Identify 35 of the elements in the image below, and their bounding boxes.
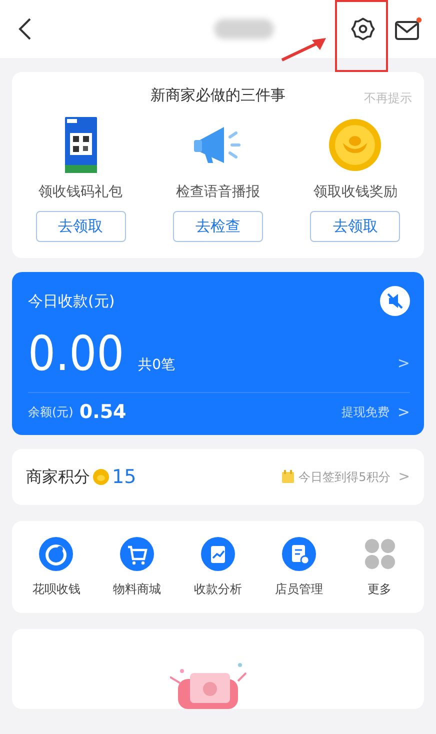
points-value: 15 — [112, 466, 136, 488]
muted-speaker-icon[interactable] — [380, 286, 410, 316]
staff-card-icon — [282, 536, 316, 570]
calendar-icon — [280, 470, 295, 484]
chevron[interactable]: > — [398, 469, 410, 485]
task-label: 领收钱码礼包 — [38, 183, 123, 201]
blurred-title — [214, 19, 274, 39]
pointer-arrow — [280, 36, 328, 62]
points-label: 商家积分 — [26, 466, 90, 488]
card-title: 新商家必做的三件事 — [150, 86, 286, 104]
settings-icon[interactable] — [350, 16, 376, 42]
task-button[interactable]: 去领取 — [310, 211, 400, 242]
more-grid-icon — [362, 536, 397, 570]
task-button[interactable]: 去领取 — [36, 211, 126, 242]
checkin-link[interactable]: 今日签到得5积分 — [298, 468, 390, 486]
tool-button[interactable]: 更多 — [342, 536, 418, 598]
tool-button[interactable]: 物料商城 — [99, 536, 176, 598]
task-button[interactable]: 去检查 — [172, 211, 263, 242]
balance-label: 余额(元) — [28, 404, 74, 420]
chevron[interactable]: > — [397, 354, 410, 372]
task-label: 领取收钱奖励 — [313, 183, 398, 201]
chevron[interactable]: > — [397, 403, 410, 421]
balance-amount: 0.54 — [79, 401, 126, 423]
tool-button[interactable]: 收款分析 — [180, 536, 256, 598]
tool-button[interactable]: 店员管理 — [260, 536, 337, 598]
chart-icon — [200, 536, 235, 570]
coin-icon — [93, 469, 109, 485]
tool-button[interactable]: 花呗收钱 — [18, 536, 94, 598]
income-amount: 0.00 — [28, 330, 124, 378]
income-title: 今日收款(元) — [28, 292, 115, 310]
cart-icon — [120, 536, 154, 570]
withdraw-link[interactable]: 提现免费 — [341, 404, 390, 420]
order-count: 共0笔 — [138, 356, 176, 374]
mail-icon[interactable] — [394, 17, 422, 41]
task-label: 检查语音播报 — [176, 183, 260, 201]
